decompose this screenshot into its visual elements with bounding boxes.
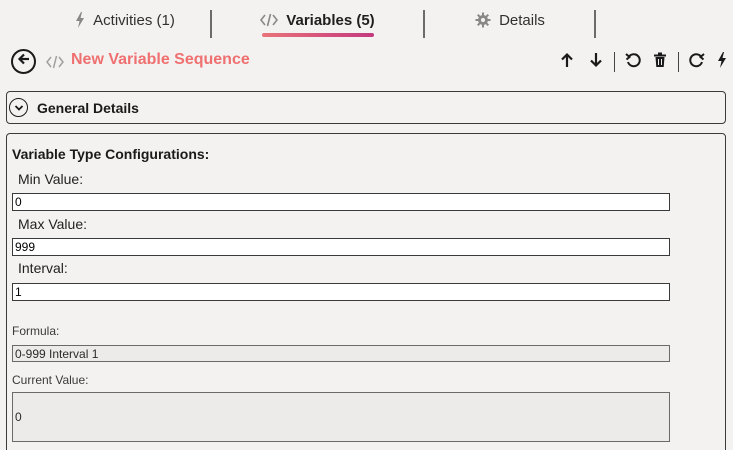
max-value-input[interactable] — [12, 238, 670, 256]
refresh-icon — [689, 52, 705, 73]
refresh-button[interactable] — [688, 52, 706, 72]
max-value-label: Max Value: — [18, 216, 87, 232]
code-icon — [260, 13, 279, 27]
formula-label: Formula: — [12, 324, 60, 338]
general-details-section[interactable]: General Details — [6, 91, 726, 124]
trash-icon — [653, 52, 667, 73]
tab-divider — [594, 10, 596, 38]
tab-activities-label: Activities (1) — [93, 11, 175, 29]
lightning-icon — [75, 12, 85, 28]
undo-button[interactable] — [624, 52, 642, 72]
min-value-label: Min Value: — [18, 171, 84, 187]
general-details-label: General Details — [37, 100, 139, 116]
current-value-field: 0 — [12, 392, 670, 442]
tab-activities[interactable]: Activities (1) — [40, 0, 210, 40]
section-title: Variable Type Configurations: — [12, 146, 210, 162]
arrow-down-icon — [589, 52, 603, 73]
formula-value: 0-999 Interval 1 — [15, 346, 99, 361]
interval-input[interactable] — [12, 283, 670, 301]
current-value: 0 — [15, 410, 22, 424]
toolbar-divider — [678, 52, 679, 72]
active-tab-indicator — [262, 33, 374, 37]
tab-bar: Activities (1) Variables (5) Details — [0, 0, 733, 40]
move-up-button[interactable] — [558, 52, 576, 72]
min-value-input[interactable] — [12, 193, 670, 211]
delete-button[interactable] — [651, 52, 669, 72]
toolbar-divider — [614, 52, 615, 72]
lightning-icon — [717, 51, 727, 73]
page-title: New Variable Sequence — [71, 51, 250, 68]
tab-details-label: Details — [499, 11, 545, 29]
code-icon — [46, 54, 64, 70]
arrow-up-icon — [560, 52, 574, 73]
run-button[interactable] — [713, 51, 731, 73]
undo-icon — [625, 52, 641, 73]
page-header: New Variable Sequence — [0, 40, 733, 84]
chevron-down-icon[interactable] — [9, 98, 28, 117]
arrow-left-icon — [17, 52, 31, 71]
tab-details[interactable]: Details — [425, 0, 595, 40]
tab-variables-label: Variables (5) — [286, 11, 375, 29]
back-button[interactable] — [11, 49, 36, 74]
gear-icon — [475, 12, 491, 28]
formula-field: 0-999 Interval 1 — [12, 345, 670, 362]
interval-label: Interval: — [18, 260, 68, 276]
move-down-button[interactable] — [587, 52, 605, 72]
current-value-label: Current Value: — [12, 373, 89, 387]
